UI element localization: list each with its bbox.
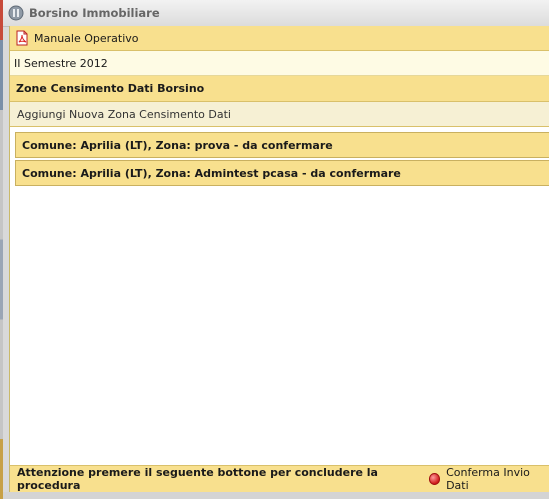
red-dot-icon (428, 473, 441, 485)
footer-notice: Attenzione premere il seguente bottone p… (17, 466, 378, 492)
left-window-edge (0, 0, 3, 499)
zone-list-item[interactable]: Comune: Aprilia (LT), Zona: Admintest pc… (15, 160, 549, 186)
manual-link[interactable]: Manuale Operativo (34, 32, 139, 45)
manual-row: Manuale Operativo (10, 26, 549, 51)
period-label: II Semestre 2012 (14, 56, 108, 70)
window-titlebar: Borsino Immobiliare (3, 0, 549, 27)
zone-label[interactable]: Comune: Aprilia (LT), Zona: prova - da c… (22, 139, 333, 152)
period-row: II Semestre 2012 (10, 51, 549, 76)
add-zone-link[interactable]: Aggiungi Nuova Zona Censimento Dati (10, 102, 549, 127)
section-header: Zone Censimento Dati Borsino (10, 76, 549, 102)
confirm-send-button[interactable]: Conferma Invio Dati (428, 466, 549, 492)
bottom-edge (3, 492, 549, 499)
zone-list-item[interactable]: Comune: Aprilia (LT), Zona: prova - da c… (15, 132, 549, 158)
main-panel: Manuale Operativo II Semestre 2012 Zone … (9, 26, 549, 492)
footer-bar: Attenzione premere il seguente bottone p… (9, 465, 549, 492)
zone-list: Comune: Aprilia (LT), Zona: prova - da c… (15, 132, 549, 188)
add-zone-label[interactable]: Aggiungi Nuova Zona Censimento Dati (17, 108, 231, 121)
section-title: Zone Censimento Dati Borsino (16, 82, 205, 95)
borsino-app-icon (8, 5, 24, 21)
zone-label[interactable]: Comune: Aprilia (LT), Zona: Admintest pc… (22, 167, 401, 180)
confirm-send-label[interactable]: Conferma Invio Dati (446, 466, 549, 492)
window-title: Borsino Immobiliare (29, 6, 160, 20)
pdf-icon[interactable] (14, 30, 30, 46)
